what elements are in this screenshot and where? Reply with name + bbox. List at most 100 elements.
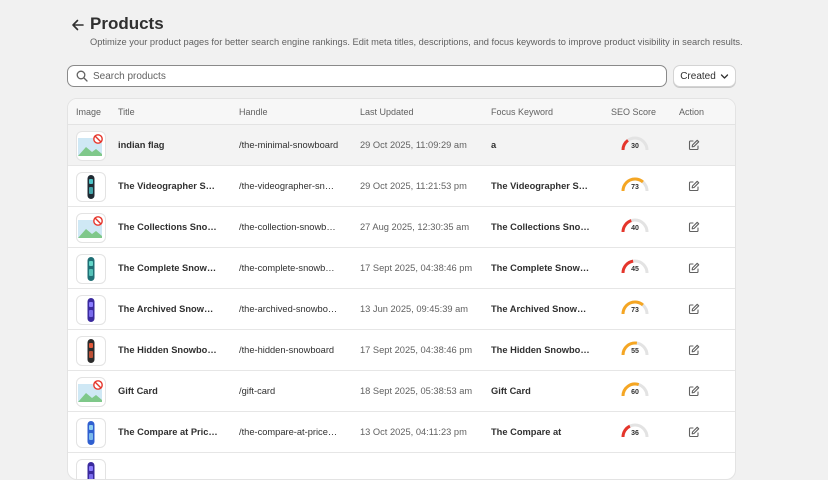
snowboard-image	[87, 462, 95, 479]
product-thumbnail	[76, 213, 106, 243]
product-title[interactable]: The Collections Snowboard	[118, 222, 218, 232]
focus-keyword: The Hidden Snowboard	[491, 345, 591, 355]
column-header-focus-keyword[interactable]: Focus Keyword	[491, 107, 553, 117]
edit-button[interactable]	[687, 302, 701, 316]
seo-score-gauge: 60	[621, 380, 653, 406]
table-row[interactable]: The Compare at Price Snowboard/the-compa…	[68, 412, 735, 453]
image-placeholder-icon	[78, 134, 103, 156]
product-thumbnail	[76, 459, 106, 479]
product-title[interactable]: The Videographer Snowboard	[118, 181, 218, 191]
product-title[interactable]: indian flag	[118, 140, 218, 150]
seo-score-value: 30	[631, 143, 639, 150]
edit-button[interactable]	[687, 384, 701, 398]
last-updated: 27 Aug 2025, 12:30:35 am	[360, 222, 470, 232]
last-updated: 13 Oct 2025, 04:11:23 pm	[360, 427, 467, 437]
last-updated: 18 Sept 2025, 05:38:53 am	[360, 386, 473, 396]
product-thumbnail	[76, 377, 106, 407]
product-handle: /the-complete-snowboard	[239, 263, 339, 273]
seo-score-value: 36	[631, 430, 639, 437]
seo-score-gauge: 55	[621, 339, 653, 365]
edit-icon	[688, 262, 700, 274]
product-handle: /the-compare-at-price-snowboard	[239, 427, 339, 437]
seo-score-value: 40	[631, 225, 639, 232]
edit-button[interactable]	[687, 138, 701, 152]
product-handle: /the-archived-snowboard	[239, 304, 339, 314]
seo-score-value: 73	[631, 307, 639, 314]
product-thumbnail	[76, 336, 106, 366]
products-table: Image Title Handle Last Updated Focus Ke…	[67, 98, 736, 480]
seo-score-value: 60	[631, 389, 639, 396]
product-title[interactable]: The Compare at Price Snowboard	[118, 427, 218, 437]
product-title[interactable]: Gift Card	[118, 386, 218, 396]
edit-button[interactable]	[687, 179, 701, 193]
table-row[interactable]: The Complete Snowboard/the-complete-snow…	[68, 248, 735, 289]
column-header-action: Action	[679, 107, 705, 117]
product-handle: /the-minimal-snowboard	[239, 140, 339, 150]
image-placeholder-icon	[78, 216, 103, 238]
snowboard-image	[87, 421, 95, 445]
column-header-title[interactable]: Title	[118, 107, 135, 117]
search-icon	[76, 70, 88, 82]
product-thumbnail	[76, 131, 106, 161]
table-row[interactable]: The Collections Snowboard/the-collection…	[68, 207, 735, 248]
product-thumbnail	[76, 172, 106, 202]
focus-keyword: The Complete Snowboard	[491, 263, 591, 273]
search-placeholder: Search products	[93, 70, 166, 82]
product-handle: /the-hidden-snowboard	[239, 345, 335, 355]
column-header-seo-score[interactable]: SEO Score	[611, 107, 656, 117]
focus-keyword: a	[491, 140, 497, 150]
column-header-handle[interactable]: Handle	[239, 107, 268, 117]
table-header: Image Title Handle Last Updated Focus Ke…	[68, 99, 735, 125]
back-arrow-icon[interactable]	[69, 16, 87, 34]
chevron-down-icon	[720, 73, 728, 79]
edit-icon	[688, 385, 700, 397]
focus-keyword: The Collections Snowboard	[491, 222, 591, 232]
product-handle: /the-videographer-snowboard	[239, 181, 339, 191]
edit-button[interactable]	[687, 220, 701, 234]
last-updated: 29 Oct 2025, 11:09:29 am	[360, 140, 467, 150]
edit-icon	[688, 221, 700, 233]
last-updated: 17 Sept 2025, 04:38:46 pm	[360, 345, 473, 355]
last-updated: 29 Oct 2025, 11:21:53 pm	[360, 181, 467, 191]
edit-icon	[688, 426, 700, 438]
column-header-image: Image	[76, 107, 102, 117]
snowboard-image	[87, 175, 95, 199]
last-updated: 17 Sept 2025, 04:38:46 pm	[360, 263, 473, 273]
sort-dropdown-button[interactable]: Created	[673, 65, 736, 87]
edit-button[interactable]	[687, 343, 701, 357]
edit-icon	[688, 303, 700, 315]
seo-score-gauge: 36	[621, 421, 653, 447]
seo-score-gauge: 30	[621, 134, 653, 160]
product-thumbnail	[76, 295, 106, 325]
snowboard-image	[87, 257, 95, 281]
focus-keyword: The Compare at	[491, 427, 562, 437]
table-row[interactable]: indian flag/the-minimal-snowboard 29 Oct …	[68, 125, 735, 166]
product-handle: /gift-card	[239, 386, 276, 396]
edit-icon	[688, 139, 700, 151]
search-input[interactable]: Search products	[67, 65, 667, 87]
product-title[interactable]: The Complete Snowboard	[118, 263, 218, 273]
edit-icon	[688, 344, 700, 356]
page-title: Products	[90, 14, 164, 33]
product-title[interactable]: The Hidden Snowboard	[118, 345, 218, 355]
table-row[interactable]: The Archived Snowboard/the-archived-snow…	[68, 289, 735, 330]
focus-keyword: The Videographer Snowboard	[491, 181, 591, 191]
image-placeholder-icon	[78, 380, 103, 402]
product-thumbnail	[76, 418, 106, 448]
table-row[interactable]: The Videographer Snowboard/the-videograp…	[68, 166, 735, 207]
seo-score-gauge: 40	[621, 216, 653, 242]
table-row[interactable]	[68, 453, 735, 479]
last-updated: 13 Jun 2025, 09:45:39 am	[360, 304, 469, 314]
seo-score-gauge: 73	[621, 298, 653, 324]
product-thumbnail	[76, 254, 106, 284]
edit-button[interactable]	[687, 425, 701, 439]
focus-keyword: The Archived Snowboard	[491, 304, 591, 314]
product-title[interactable]: The Archived Snowboard	[118, 304, 218, 314]
sort-label: Created	[680, 70, 716, 82]
seo-score-value: 73	[631, 184, 639, 191]
edit-button[interactable]	[687, 261, 701, 275]
table-row[interactable]: Gift Card/gift-card 18 Sept 2025, 05:38:5…	[68, 371, 735, 412]
seo-score-gauge: 73	[621, 175, 653, 201]
column-header-last-updated[interactable]: Last Updated	[360, 107, 414, 117]
table-row[interactable]: The Hidden Snowboard/the-hidden-snowboar…	[68, 330, 735, 371]
